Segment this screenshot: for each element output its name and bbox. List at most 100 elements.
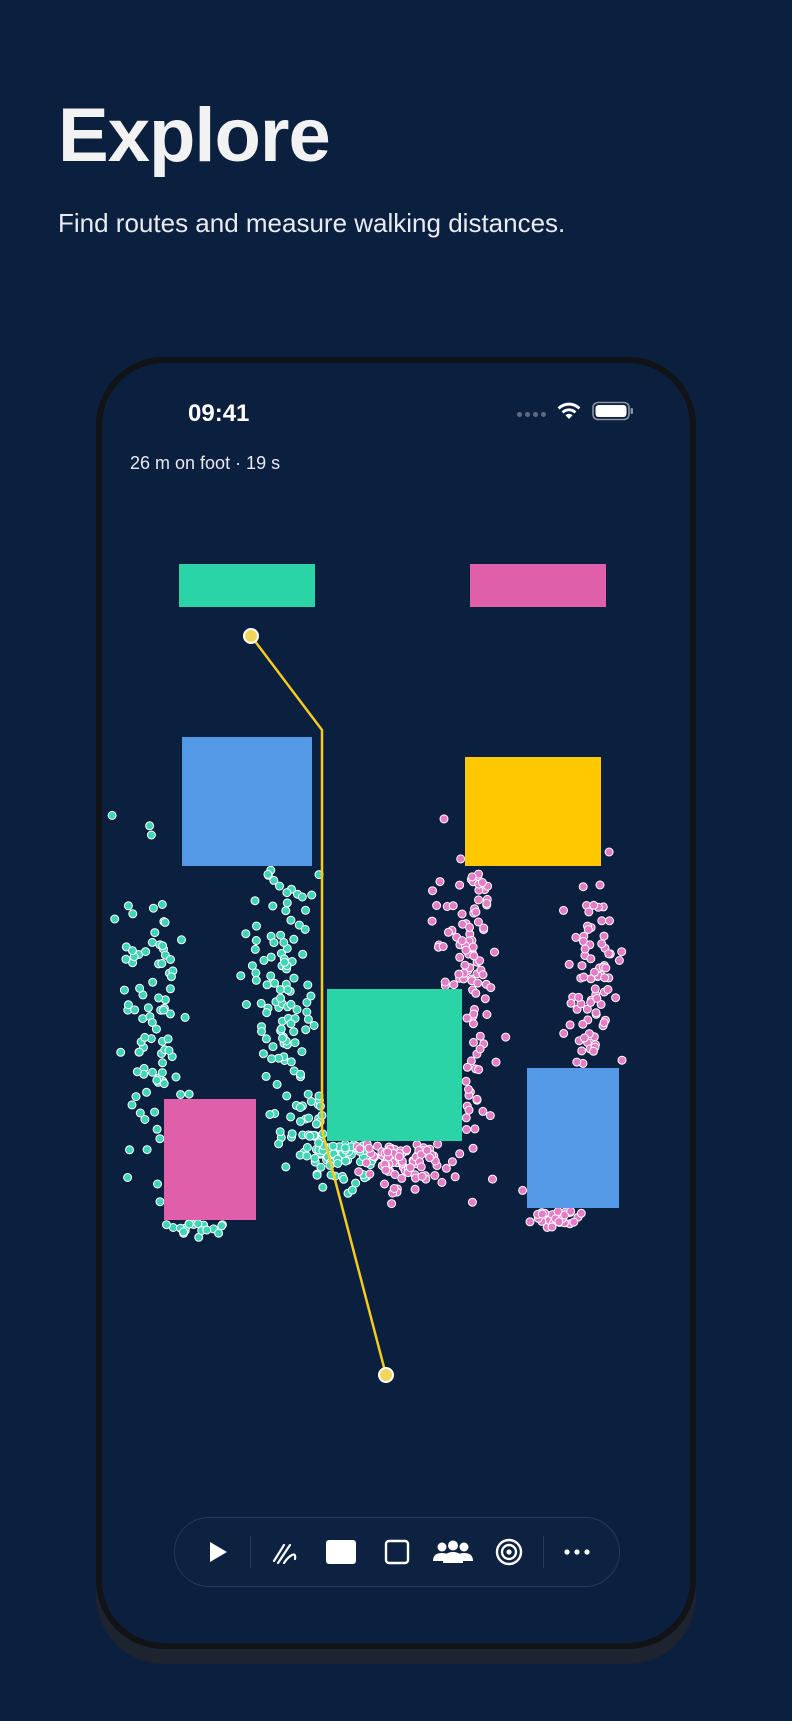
crowd-dot [579, 972, 589, 982]
crowd-dot [286, 999, 296, 1009]
crowd-dot [107, 810, 117, 820]
crowd-dot [147, 937, 157, 947]
crowd-dot [416, 1162, 426, 1172]
crowd-dot [314, 1138, 324, 1148]
crowd-dot [589, 900, 599, 910]
yellow-rect[interactable] [465, 757, 601, 866]
crowd-dot [565, 1020, 575, 1030]
crowd-dot [405, 1163, 415, 1173]
crowd-dot [145, 821, 155, 831]
crowd-dot [166, 955, 175, 964]
crowd-dot [569, 1217, 579, 1227]
crowd-dot [312, 1170, 322, 1180]
crowd-dot [123, 901, 133, 911]
crowd-dot [140, 1032, 150, 1042]
pink-rect-bottom[interactable] [164, 1099, 256, 1220]
crowd-dot [599, 931, 609, 941]
crowd-dot [605, 916, 614, 926]
green-rect-top[interactable] [179, 564, 315, 607]
crowd-dot [490, 947, 499, 957]
crowd-dot [298, 949, 308, 959]
filled-rect-button[interactable] [318, 1529, 364, 1575]
crowd-dot [159, 1005, 169, 1015]
blue-rect-left[interactable] [182, 737, 312, 866]
crowd-dot [600, 973, 610, 983]
route-end-marker[interactable] [378, 1367, 394, 1383]
route-start-marker[interactable] [243, 628, 259, 644]
play-icon [210, 1542, 228, 1562]
crowd-dot [381, 1165, 391, 1175]
target-button[interactable] [486, 1529, 532, 1575]
crowd-dot [300, 924, 310, 934]
crowd-dot [135, 1108, 145, 1118]
crowd-dot [478, 970, 488, 980]
crowd-dot [258, 1049, 268, 1059]
crowd-dot [286, 1057, 296, 1067]
toolbar-divider [542, 1536, 544, 1568]
crowd-dot [604, 847, 614, 857]
phone-frame: 09:41 26 m on foot · 19 s [96, 357, 696, 1649]
crowd-dot [482, 898, 492, 908]
crowd-dot [390, 1170, 400, 1179]
crowd-dot [485, 1111, 495, 1121]
crowd-dot [180, 1012, 190, 1022]
crowd-dot [468, 1019, 478, 1029]
crowd-dot [318, 1182, 328, 1192]
crowd-dot [146, 830, 156, 840]
crowd-dot [241, 929, 251, 939]
crowd-dot [306, 991, 316, 1001]
outline-rect-button[interactable] [374, 1529, 420, 1575]
crowd-dot [157, 1068, 167, 1078]
crowd-dot [591, 1008, 601, 1018]
crowd-dot [577, 961, 587, 971]
crowd-dot [307, 890, 317, 900]
map-canvas[interactable] [102, 363, 690, 1643]
blue-rect-right[interactable] [527, 1068, 619, 1208]
crowd-dot [134, 1047, 144, 1057]
crowd-dot [251, 936, 261, 945]
draw-button[interactable] [262, 1529, 308, 1575]
crowd-dot [286, 1112, 296, 1122]
crowd-dot [121, 954, 131, 964]
crowd-button[interactable] [430, 1529, 476, 1575]
crowd-dot [617, 1055, 627, 1065]
crowd-dot [282, 898, 292, 908]
crowd-dot [141, 947, 151, 957]
crowd-dot [438, 942, 448, 951]
pink-rect-top[interactable] [470, 564, 606, 607]
crowd-dot [275, 985, 285, 995]
crowd-dot [477, 878, 487, 887]
crowd-dot [364, 1143, 374, 1153]
crowd-dot [150, 928, 160, 938]
crowd-dot [475, 1044, 485, 1054]
crowd-dot [448, 901, 458, 911]
more-icon [564, 1549, 590, 1555]
crowd-dot [287, 1129, 297, 1139]
crowd-dot [339, 1174, 349, 1184]
crowd-dot [455, 1149, 465, 1159]
crowd-dot [276, 930, 286, 940]
crowd-dot [456, 854, 466, 864]
crowd-dot [475, 1031, 485, 1041]
crowd-dot [281, 1162, 291, 1172]
crowd-dot [383, 1147, 393, 1157]
crowd-dot [305, 1131, 315, 1141]
crowd-dot [202, 1225, 212, 1235]
crowd-dot [574, 992, 584, 1002]
crowd-dot [142, 1145, 152, 1155]
green-rect-center[interactable] [327, 989, 462, 1141]
play-button[interactable] [194, 1529, 240, 1575]
crowd-dot [380, 1179, 389, 1189]
more-button[interactable] [554, 1529, 600, 1575]
page-subtitle: Find routes and measure walking distance… [58, 208, 566, 238]
crowd-dot [302, 1151, 312, 1161]
page-title: Explore [58, 93, 331, 178]
crowd-dot [274, 1139, 284, 1149]
crowd-dot [148, 977, 158, 987]
crowd-dot [150, 1107, 160, 1117]
people-icon [433, 1540, 474, 1563]
crowd-dot [578, 1019, 588, 1029]
crowd-dot [576, 1208, 586, 1218]
crowd-dot [127, 1100, 137, 1110]
crowd-dot [301, 905, 310, 915]
